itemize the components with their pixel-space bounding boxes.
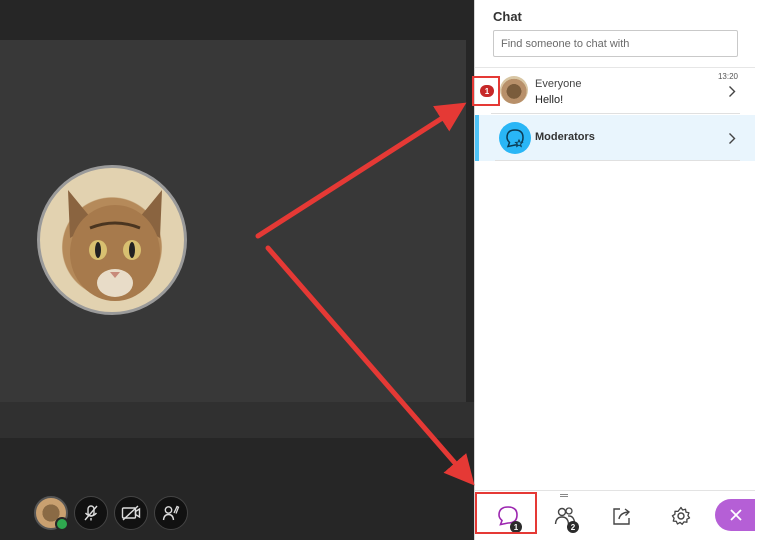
arrow-to-chat-tab: [265, 245, 475, 486]
arrow-to-unread-badge: [255, 102, 467, 239]
screenshot: Chat 1 Everyone Hello! 13:20 Moderators: [0, 0, 768, 545]
annotation-arrows: [255, 102, 475, 486]
